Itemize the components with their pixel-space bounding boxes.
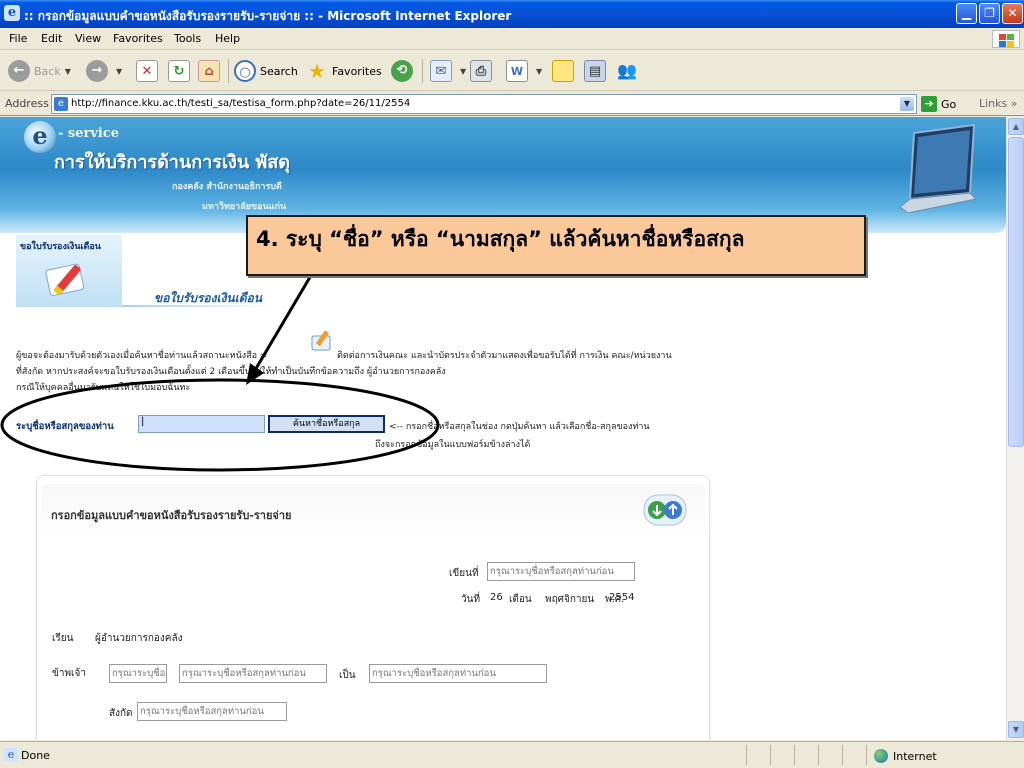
refresh-button[interactable]: ↻ [168,58,194,84]
annotation-overlay [0,271,440,472]
links-label: Links [979,97,1008,110]
page-icon: e [54,97,68,111]
menu-bar: File Edit View Favorites Tools Help [0,28,1024,50]
print-button[interactable]: ⎙ [470,58,496,84]
address-url: http://finance.kku.ac.th/testi_sa/testis… [71,98,411,109]
close-button[interactable]: ✕ [1002,3,1023,24]
mail-icon: ✉ [430,60,452,82]
annotation-callout-text: 4. ระบุ “ชื่อ” หรือ “นามสกุล” แล้วค้นหาช… [256,227,745,251]
mail-button[interactable]: ✉ ▼ [430,58,466,84]
folder-icon [552,60,574,82]
history-button[interactable]: ⟲ [391,58,417,84]
home-icon: ⌂ [198,60,220,82]
stop-icon: ✕ [136,60,158,82]
chevron-down-icon: ▼ [536,66,543,76]
vertical-scrollbar[interactable]: ▲ ▼ [1006,117,1024,740]
window-title: :: กรอกข้อมูลแบบคำขอหนังสือรับรองรายรับ-… [24,9,512,23]
menu-edit[interactable]: Edit [41,32,62,45]
edit-icon: W [506,60,528,82]
go-label: Go [941,97,957,111]
forward-icon: → [86,60,108,82]
status-cell [770,745,771,765]
go-arrow-icon: ➔ [921,96,937,112]
chevron-down-icon[interactable]: ▼ [900,97,914,111]
research-icon: ▤ [584,60,606,82]
ie-icon: e [4,5,20,21]
window-title-bar[interactable]: e :: กรอกข้อมูลแบบคำขอหนังสือรับรองรายรั… [0,0,1024,28]
address-input[interactable]: e http://finance.kku.ac.th/testi_sa/test… [51,94,917,114]
menu-favorites[interactable]: Favorites [113,32,163,45]
page-done-icon: e [4,748,18,762]
minimize-button[interactable]: ▁ [956,3,977,24]
refresh-icon: ↻ [168,60,190,82]
print-icon: ⎙ [470,60,492,82]
menu-file[interactable]: File [9,32,27,45]
back-label: Back [34,64,61,78]
scroll-down-icon[interactable]: ▼ [1008,721,1024,738]
address-bar: Address e http://finance.kku.ac.th/testi… [0,92,1024,116]
back-button[interactable]: ← Back ▼ [8,58,71,84]
favorites-button[interactable]: ★ Favorites [306,58,382,84]
scroll-up-icon[interactable]: ▲ [1008,118,1024,135]
toolbar-separator [422,59,423,83]
chevron-down-icon: ▼ [116,66,123,76]
menu-tools[interactable]: Tools [174,32,201,45]
status-cell [842,745,843,765]
zone-label: Internet [893,749,937,763]
home-button[interactable]: ⌂ [198,58,224,84]
status-cell [794,745,795,765]
scroll-thumb[interactable] [1008,137,1024,447]
menu-help[interactable]: Help [215,32,240,45]
links-button[interactable]: Links » [979,97,1018,110]
search-icon: ○ [234,60,256,82]
toolbar-separator [228,59,229,83]
status-cell [866,745,867,765]
page-content: e - service การให้บริการด้านการเงิน พัสด… [0,117,1006,740]
search-label: Search [260,64,298,78]
forward-button[interactable]: → ▼ [86,58,122,84]
security-zone: Internet [874,749,937,763]
annotation-arrow-line [252,271,315,373]
stop-button[interactable]: ✕ [136,58,162,84]
windows-logo-icon [992,30,1020,48]
chevron-down-icon: ▼ [460,66,467,76]
address-label: Address [5,97,49,110]
favorites-icon: ★ [308,59,326,83]
edit-button[interactable]: W ▼ [506,58,542,84]
status-text: Done [21,749,50,762]
back-icon: ← [8,60,30,82]
discuss-button[interactable] [552,58,578,84]
status-cell [818,745,819,765]
status-bar: e Done Internet [0,741,1024,768]
messenger-button[interactable]: 👥 [616,58,642,84]
menu-view[interactable]: View [75,32,101,45]
maximize-button[interactable]: ❐ [979,3,1000,24]
messenger-icon: 👥 [617,61,637,80]
favorites-label: Favorites [332,64,382,78]
history-icon: ⟲ [391,60,413,82]
status-cell [746,745,747,765]
chevron-down-icon: ▼ [64,66,71,76]
toolbar: ← Back ▼ → ▼ ✕ ↻ ⌂ ○ Search ★ Favorites … [0,51,1024,91]
globe-icon [874,749,888,763]
search-button[interactable]: ○ Search [234,58,298,84]
highlight-ellipse [0,378,440,472]
go-button[interactable]: ➔ Go [921,96,956,112]
research-button[interactable]: ▤ [584,58,610,84]
